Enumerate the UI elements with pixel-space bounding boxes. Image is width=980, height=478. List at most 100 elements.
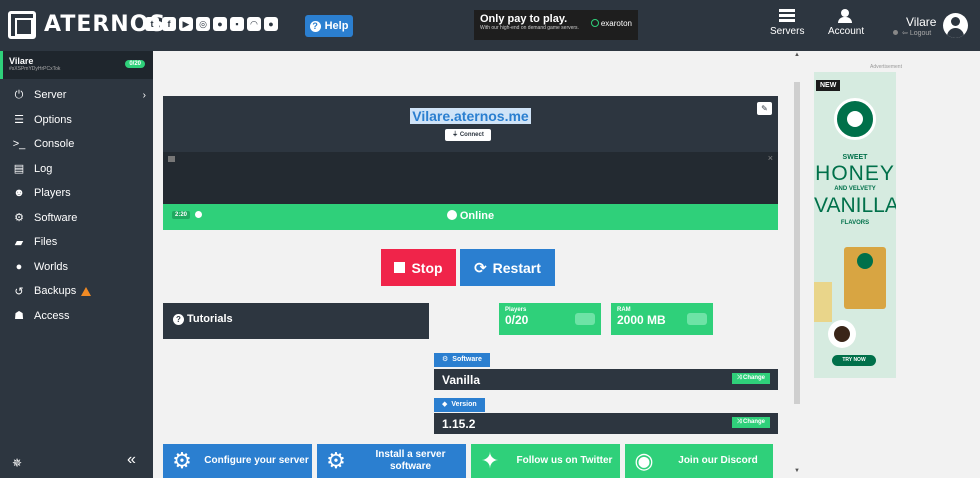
card-label: Install a server software xyxy=(375,449,446,472)
chevron-right-icon: › xyxy=(142,89,146,101)
cogs-icon: ⚙ xyxy=(442,356,449,363)
server-address: Vilare.aternos.me xyxy=(163,108,778,126)
software-tag-label: Software xyxy=(452,356,482,363)
cogs-icon: ⚙ xyxy=(14,212,24,225)
collapse-sidebar-icon[interactable]: « xyxy=(127,451,136,469)
configure-server-card[interactable]: ⚙ Configure your server xyxy=(163,444,312,478)
sidebar-item-access[interactable]: ☗ Access xyxy=(0,304,153,329)
nav-servers[interactable]: Servers xyxy=(770,9,804,37)
change-software-button[interactable]: ⤨ Change xyxy=(731,373,770,384)
console-preview[interactable]: × xyxy=(163,152,778,204)
twitter-icon[interactable]: t xyxy=(145,17,159,31)
scrollbar-thumb[interactable] xyxy=(794,82,800,404)
ad-line: VANILLA xyxy=(814,194,896,217)
software-tag: ⚙ Software xyxy=(434,353,490,367)
server-status-label: Online xyxy=(459,210,495,222)
instagram-icon[interactable]: ◎ xyxy=(196,17,210,31)
players-stat[interactable]: Players 0/20 xyxy=(499,303,601,335)
server-status-panel: ✎ Vilare.aternos.me ⏚ Connect × 2:20 Onl… xyxy=(163,96,778,230)
version-field: 1.15.2 ⤨ Change xyxy=(434,413,778,434)
change-label: Change xyxy=(742,375,765,381)
sidebar-menu: ⏻ Server › ☰ Options >_ Console ▤ Log ☻ Player… xyxy=(0,83,153,328)
tag-icon: ◆ xyxy=(442,401,448,408)
server-card[interactable]: Vilare #sXSPmYDyHrPCxTok 0/20 xyxy=(0,51,153,79)
user-lock-icon: ☗ xyxy=(14,310,24,323)
connect-button[interactable]: ⏚ Connect xyxy=(445,129,491,141)
question-icon: ? xyxy=(309,20,321,32)
gear-icon: ⚙ xyxy=(172,448,192,473)
scroll-up-icon[interactable]: ▲ xyxy=(794,52,800,58)
stop-button[interactable]: Stop xyxy=(381,249,456,286)
sidebar-item-backups[interactable]: ↺ Backups xyxy=(0,279,153,304)
sidebar-item-options[interactable]: ☰ Options xyxy=(0,108,153,133)
restart-label: Restart xyxy=(492,259,541,276)
settings-gear-icon[interactable]: ✵ xyxy=(12,456,22,470)
install-software-card[interactable]: ⚙ Install a server software xyxy=(317,444,466,478)
users-icon xyxy=(575,313,595,325)
users-icon: ☻ xyxy=(13,187,25,200)
sidebar-item-server[interactable]: ⏻ Server › xyxy=(0,83,153,108)
change-label: Change xyxy=(742,419,765,425)
sidebar-item-software[interactable]: ⚙ Software xyxy=(0,206,153,231)
server-address-text[interactable]: Vilare.aternos.me xyxy=(410,108,531,124)
social-links: t f ▶ ◎ ● ▪ ◠ ● xyxy=(145,17,278,31)
logout-link[interactable]: ⇦ Logout xyxy=(893,29,931,37)
youtube-icon[interactable]: ▶ xyxy=(179,17,193,31)
aternos-logo-icon[interactable] xyxy=(8,11,36,39)
sidebar-item-label: Files xyxy=(34,236,58,249)
help-label: Help xyxy=(324,20,349,32)
github-icon[interactable]: ● xyxy=(264,17,278,31)
card-label: Configure your server xyxy=(204,455,309,466)
cogs-icon: ⚙ xyxy=(326,448,346,473)
logout-label: Logout xyxy=(909,30,932,37)
status-dot-icon xyxy=(893,30,898,35)
teamspeak-icon[interactable]: ◠ xyxy=(247,17,261,31)
stop-label: Stop xyxy=(411,259,443,276)
sidebar-item-files[interactable]: ▰ Files xyxy=(0,230,153,255)
sidebar-item-worlds[interactable]: ● Worlds xyxy=(0,255,153,280)
sidebar-item-console[interactable]: >_ Console xyxy=(0,132,153,157)
question-circle-icon: ? xyxy=(173,314,184,325)
avatar[interactable] xyxy=(943,13,968,38)
reddit-icon[interactable]: ● xyxy=(213,17,227,31)
ad-new-badge: NEW xyxy=(816,80,841,91)
ad-cta-button[interactable]: TRY NOW xyxy=(832,355,876,366)
coffee-bag-image xyxy=(844,247,886,309)
card-label: Join our Discord xyxy=(678,455,758,466)
chat-icon[interactable]: ▪ xyxy=(230,17,244,31)
close-icon[interactable]: × xyxy=(768,153,773,163)
ram-stat[interactable]: RAM 2000 MB xyxy=(611,303,713,335)
memory-icon xyxy=(687,313,707,325)
history-icon: ↺ xyxy=(14,285,24,298)
tutorials-title: Tutorials xyxy=(187,313,233,325)
folder-icon: ▰ xyxy=(14,236,24,249)
twitter-card[interactable]: ✦ Follow us on Twitter xyxy=(471,444,620,478)
card-label: Follow us on Twitter xyxy=(516,455,613,466)
status-bar: 2:20 Online xyxy=(163,204,778,230)
tutorials-panel[interactable]: ? Tutorials xyxy=(163,303,429,339)
sidebar-item-label: Players xyxy=(34,187,71,200)
top-advertisement[interactable]: Only pay to play. With our high-end on d… xyxy=(474,10,638,40)
account-icon xyxy=(838,9,854,23)
ad-line: AND VELVETY xyxy=(834,186,876,192)
ad-sponsor: exaroton xyxy=(591,19,632,28)
side-advertisement[interactable]: NEW SWEET HONEY AND VELVETY VANILLA FLAV… xyxy=(814,72,896,378)
nav-account[interactable]: Account xyxy=(828,9,864,37)
player-count-badge: 0/20 xyxy=(125,60,145,68)
sidebar-item-log[interactable]: ▤ Log xyxy=(0,157,153,182)
sidebar-item-label: Worlds xyxy=(34,260,69,273)
help-button[interactable]: ? Help xyxy=(305,15,353,37)
software-value: Vanilla xyxy=(442,373,481,387)
scroll-down-icon[interactable]: ▼ xyxy=(794,468,800,474)
discord-card[interactable]: ◉ Join our Discord xyxy=(625,444,773,478)
change-version-button[interactable]: ⤨ Change xyxy=(731,417,770,428)
sidebar-item-label: Backups xyxy=(34,285,77,298)
nav-account-label: Account xyxy=(828,26,865,37)
restart-button[interactable]: ⟳ Restart xyxy=(460,249,555,286)
console-icon xyxy=(168,156,175,162)
software-field: Vanilla ⤨ Change xyxy=(434,369,778,390)
coffee-cup-image xyxy=(828,320,856,348)
facebook-icon[interactable]: f xyxy=(162,17,176,31)
sidebar-item-players[interactable]: ☻ Players xyxy=(0,181,153,206)
food-image xyxy=(814,282,832,322)
